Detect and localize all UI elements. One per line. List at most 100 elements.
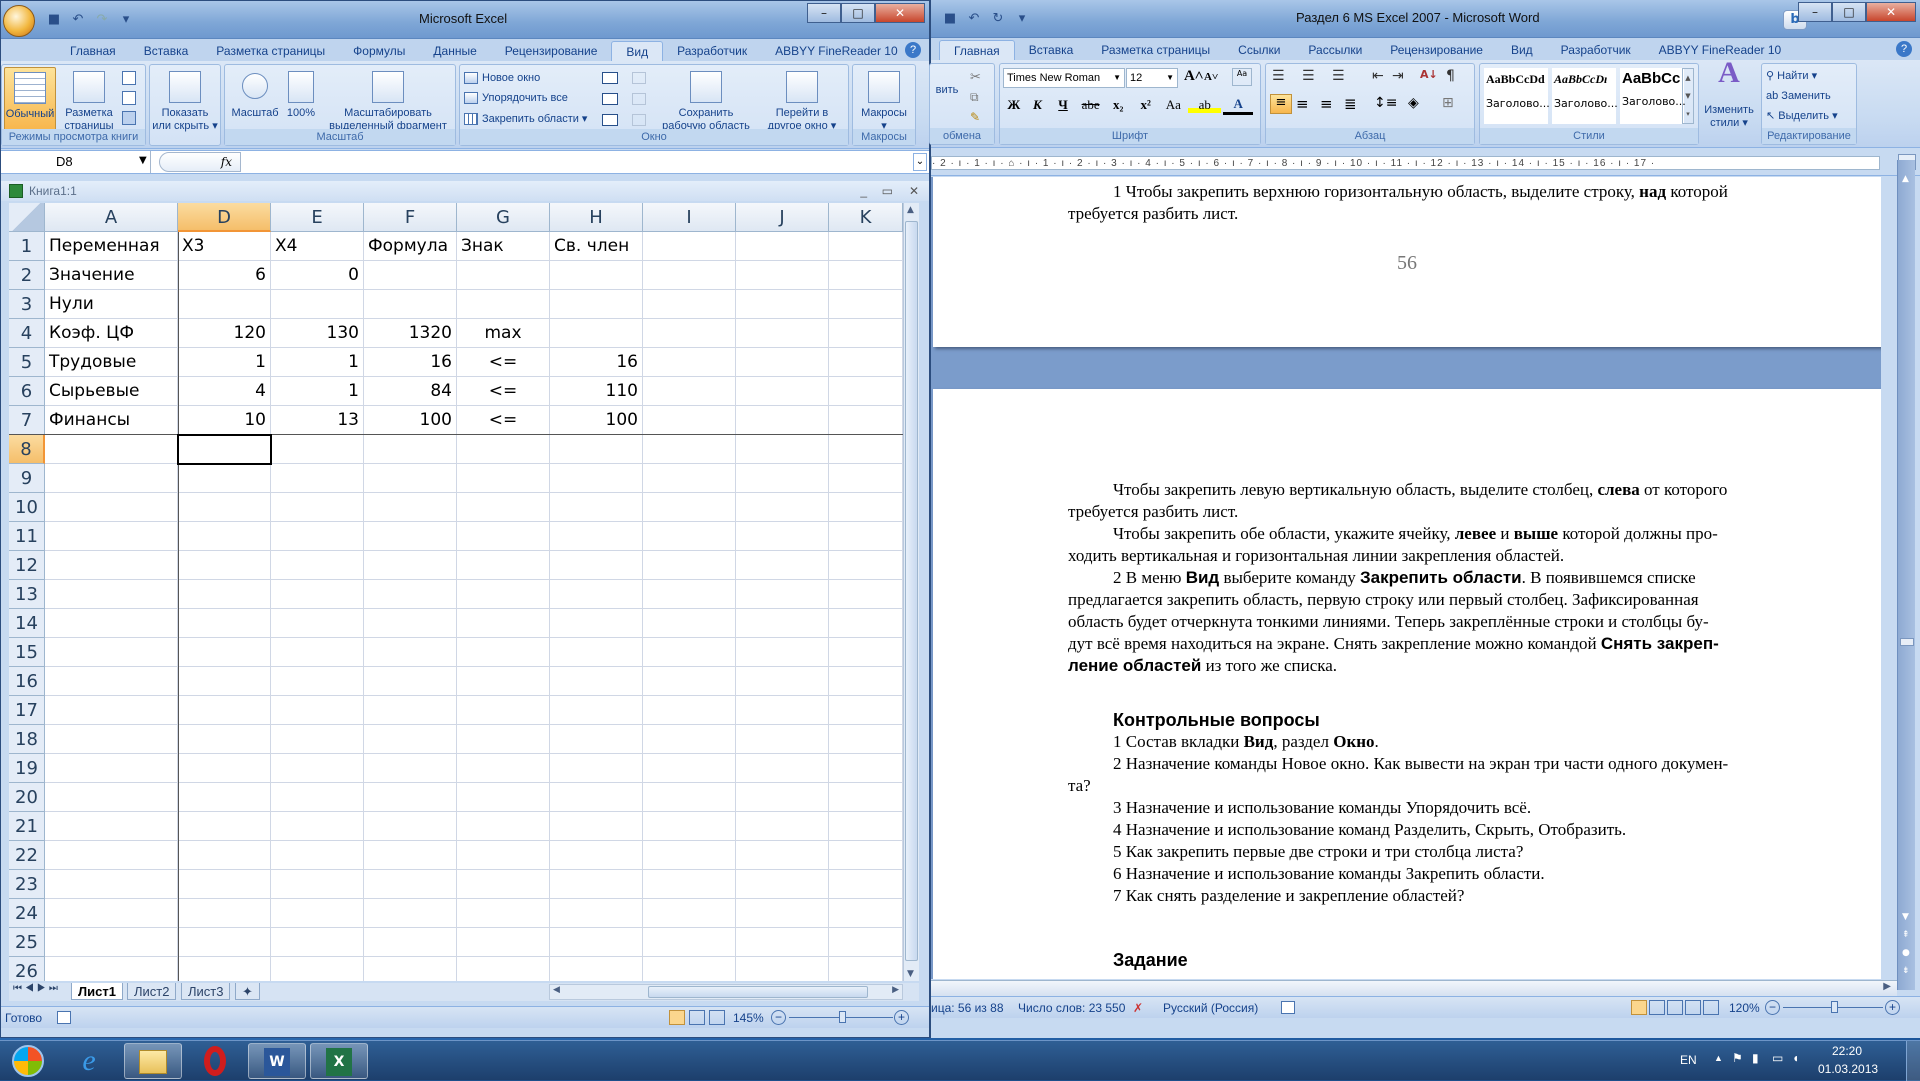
row-header-1[interactable]: 1 (9, 232, 45, 261)
cell-H17[interactable] (550, 696, 643, 725)
change-styles-button[interactable]: A Изменить стили ▾ (1701, 58, 1757, 130)
cell-F22[interactable] (364, 841, 457, 870)
cell-K10[interactable] (829, 493, 903, 522)
row-header-11[interactable]: 11 (9, 522, 45, 551)
cell-I24[interactable] (643, 899, 736, 928)
italic-button[interactable]: К (1027, 97, 1049, 113)
column-header-F[interactable]: F (364, 203, 457, 232)
find-button[interactable]: ⚲ Найти ▾ (1766, 66, 1817, 86)
help-icon[interactable]: ? (905, 42, 921, 58)
cell-A20[interactable] (45, 783, 178, 812)
cell-G13[interactable] (457, 580, 550, 609)
cell-G25[interactable] (457, 928, 550, 957)
cell-D10[interactable] (178, 493, 271, 522)
customize-qat-icon[interactable]: ▾ (1013, 10, 1031, 28)
cell-D3[interactable] (178, 290, 271, 319)
cell-F20[interactable] (364, 783, 457, 812)
custom-views-icon[interactable] (122, 91, 136, 105)
cell-H13[interactable] (550, 580, 643, 609)
cell-A1[interactable]: Переменная (45, 232, 178, 261)
cell-E20[interactable] (271, 783, 364, 812)
tab-formulas[interactable]: Формулы (339, 41, 419, 61)
cell-K22[interactable] (829, 841, 903, 870)
cell-G8[interactable] (457, 435, 550, 464)
style-item[interactable]: AaBbCcDd Заголово... (1484, 68, 1550, 124)
cell-F5[interactable]: 16 (364, 348, 457, 377)
taskbar-word[interactable]: W (248, 1043, 306, 1079)
numbering-icon[interactable]: ☰ (1302, 68, 1315, 84)
cell-K11[interactable] (829, 522, 903, 551)
redo-icon[interactable]: ↷ (93, 11, 111, 29)
cell-A2[interactable]: Значение (45, 261, 178, 290)
cell-F26[interactable] (364, 957, 457, 981)
cell-G12[interactable] (457, 551, 550, 580)
align-left-icon[interactable]: ≡ (1270, 94, 1292, 114)
cell-G11[interactable] (457, 522, 550, 551)
cell-E1[interactable]: X4 (271, 232, 364, 261)
font-name-select[interactable]: Times New Roman ▼ (1003, 68, 1125, 88)
cell-J19[interactable] (736, 754, 829, 783)
macro-record-icon[interactable] (57, 1011, 71, 1024)
cell-K15[interactable] (829, 638, 903, 667)
cell-J23[interactable] (736, 870, 829, 899)
volume-icon[interactable]: ◖ (1792, 1051, 1799, 1065)
help-icon[interactable]: ? (1896, 41, 1912, 57)
cell-E8[interactable] (271, 435, 364, 464)
cell-E25[interactable] (271, 928, 364, 957)
cell-D19[interactable] (178, 754, 271, 783)
save-icon[interactable]: ■ (45, 11, 63, 29)
cell-I9[interactable] (643, 464, 736, 493)
paste-button[interactable]: вить (930, 84, 964, 97)
cell-G20[interactable] (457, 783, 550, 812)
tab-review[interactable]: Рецензирование (491, 41, 612, 61)
cell-F2[interactable] (364, 261, 457, 290)
copy-icon[interactable]: ⧉ (970, 90, 979, 105)
cell-A3[interactable]: Нули (45, 290, 178, 319)
cell-G7[interactable]: <= (457, 406, 550, 435)
cell-G10[interactable] (457, 493, 550, 522)
subscript-button[interactable]: x₂ (1105, 97, 1131, 113)
spreadsheet-grid[interactable]: A D E F G H I J K 1 Переменная X3 X4 Формула Знак Св. ч… (9, 203, 903, 981)
word-vertical-scroll-thumb[interactable] (1900, 638, 1914, 646)
cell-J18[interactable] (736, 725, 829, 754)
cell-H12[interactable] (550, 551, 643, 580)
cell-H22[interactable] (550, 841, 643, 870)
insert-function-button[interactable]: fx (159, 152, 241, 172)
cell-F6[interactable]: 84 (364, 377, 457, 406)
cell-F17[interactable] (364, 696, 457, 725)
cell-H20[interactable] (550, 783, 643, 812)
cell-E9[interactable] (271, 464, 364, 493)
arrange-all-button[interactable]: Упорядочить все (464, 88, 568, 108)
clear-formatting-icon[interactable]: Aa (1232, 68, 1252, 86)
tab-insert[interactable]: Вставка (130, 41, 203, 61)
cell-I20[interactable] (643, 783, 736, 812)
row-header-18[interactable]: 18 (9, 725, 45, 754)
cell-E3[interactable] (271, 290, 364, 319)
workbook-minimize-button[interactable]: _ (860, 181, 867, 201)
cell-G2[interactable] (457, 261, 550, 290)
justify-icon[interactable]: ≣ (1344, 95, 1357, 113)
zoom-out-button[interactable]: − (771, 1010, 786, 1025)
row-header-26[interactable]: 26 (9, 957, 45, 981)
proofing-icon[interactable]: ✗ (1133, 997, 1143, 1019)
sheet-nav-arrows[interactable]: ⏮◀▶⏭ (13, 983, 61, 994)
cell-I26[interactable] (643, 957, 736, 981)
print-layout-icon[interactable] (1631, 1000, 1647, 1015)
undo-icon[interactable]: ↶ (69, 11, 87, 29)
cell-D25[interactable] (178, 928, 271, 957)
cell-K20[interactable] (829, 783, 903, 812)
cell-J24[interactable] (736, 899, 829, 928)
replace-button[interactable]: ab Заменить (1766, 86, 1831, 106)
cell-K2[interactable] (829, 261, 903, 290)
name-box-dropdown-icon[interactable]: ▼ (139, 155, 147, 166)
cell-D11[interactable] (178, 522, 271, 551)
cell-J1[interactable] (736, 232, 829, 261)
cell-I16[interactable] (643, 667, 736, 696)
scroll-up-icon[interactable]: ▲ (907, 205, 914, 215)
cell-K5[interactable] (829, 348, 903, 377)
row-header-24[interactable]: 24 (9, 899, 45, 928)
clock-time[interactable]: 22:20 (1832, 1044, 1862, 1058)
change-case-button[interactable]: Aa (1161, 97, 1187, 113)
cut-icon[interactable]: ✂ (970, 70, 981, 85)
cell-H23[interactable] (550, 870, 643, 899)
